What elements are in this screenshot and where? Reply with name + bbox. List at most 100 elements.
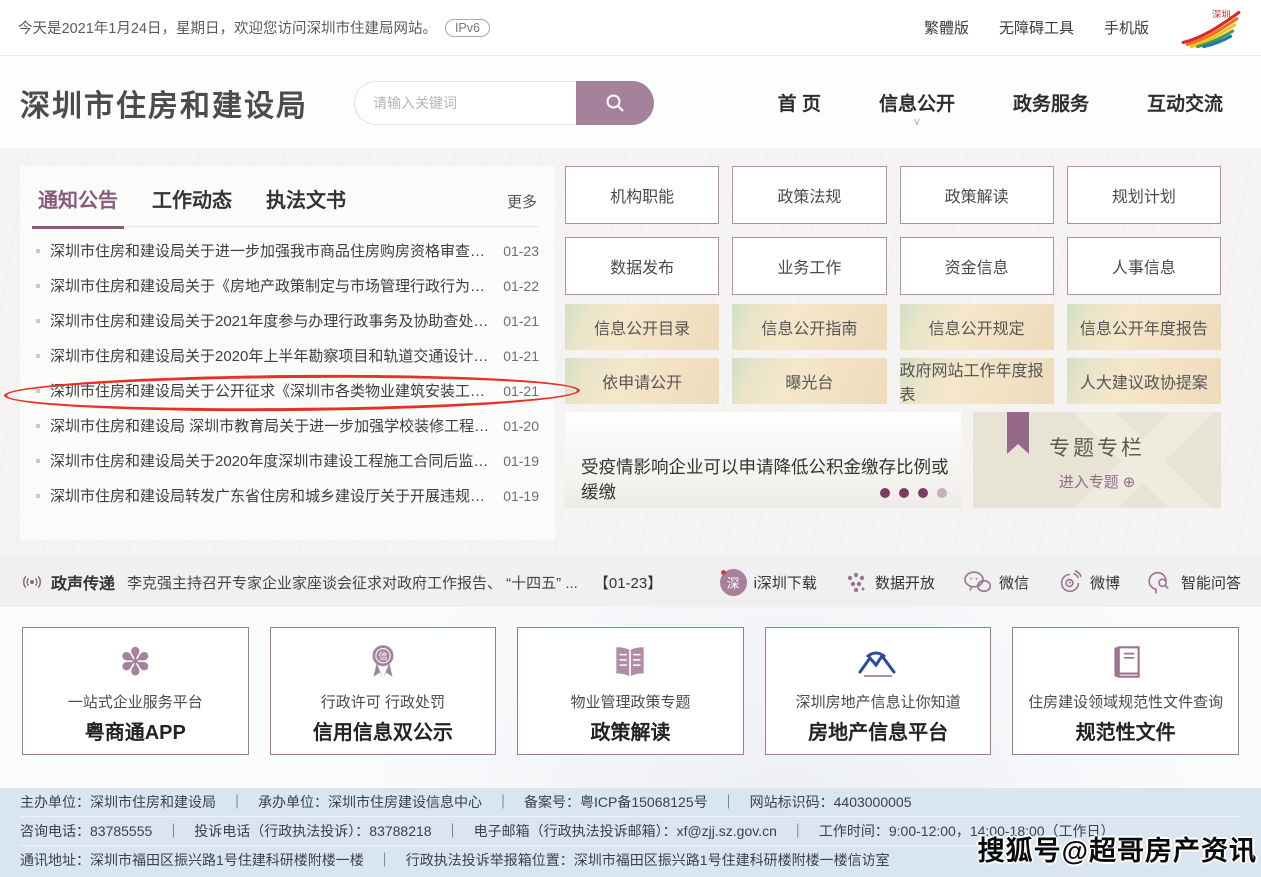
btn-annual-report[interactable]: 信息公开年度报告: [1067, 304, 1221, 350]
weibo-eye-icon: [1056, 569, 1083, 596]
search-icon: [603, 91, 627, 115]
btn-policies-regulations[interactable]: 政策法规: [732, 166, 886, 224]
card-normative-documents[interactable]: 住房建设领域规范性文件查询 规范性文件: [1012, 627, 1239, 755]
promo-carousel: 受疫情影响企业可以申请降低公积金缴存比例或缓缴: [565, 412, 961, 508]
btn-disclosure-on-request[interactable]: 依申请公开: [565, 358, 719, 404]
bullet-icon: [36, 354, 40, 358]
smart-qa-head-icon: [1147, 569, 1174, 596]
btn-disclosure-catalog[interactable]: 信息公开目录: [565, 304, 719, 350]
tab-notices[interactable]: 通知公告: [38, 184, 118, 213]
news-list: 深圳市住房和建设局关于进一步加强我市商品住房购房资格审查和... 01-23 深…: [36, 233, 539, 513]
bullet-icon: [36, 494, 40, 498]
service-cards-section: ✽ 一站式企业服务平台 粤商通APP 信 行政许可 行政处罚 信用信息双公示: [0, 607, 1261, 788]
btn-funds-info[interactable]: 资金信息: [900, 237, 1054, 295]
news-item[interactable]: 深圳市住房和建设局 深圳市教育局关于进一步加强学校装修工程质... 01-20: [36, 408, 539, 443]
btn-exposure-platform[interactable]: 曝光台: [732, 358, 886, 404]
btn-planning[interactable]: 规划计划: [1067, 166, 1221, 224]
link-accessibility-tools[interactable]: 无障碍工具: [999, 17, 1074, 38]
ticker-headline[interactable]: 李克强主持召开专家企业家座谈会征求对政府工作报告、 “十四五” ...: [127, 572, 578, 593]
special-topics-panel[interactable]: 专题专栏 进入专题⊕: [973, 412, 1221, 508]
nav-info-disclosure[interactable]: 信息公开 ∨: [879, 89, 955, 116]
news-item[interactable]: 深圳市住房和建设局关于2021年度参与办理行政事务及协助查处建... 01-21: [36, 303, 539, 338]
search-bar: [354, 81, 654, 125]
plus-circle-icon: ⊕: [1123, 474, 1136, 491]
card-credit-disclosure[interactable]: 信 行政许可 行政处罚 信用信息双公示: [270, 627, 497, 755]
search-input[interactable]: [354, 81, 576, 125]
shenzhen-city-logo: 深圳: [1179, 7, 1243, 49]
search-button[interactable]: [576, 81, 654, 125]
site-title: 深圳市住房和建设局: [20, 81, 308, 125]
bullet-icon: [36, 284, 40, 288]
welcome-date-text: 今天是2021年1月24日，星期日，欢迎您访问深圳市住建局网站。: [18, 17, 437, 38]
bullet-icon: [36, 424, 40, 428]
btn-org-functions[interactable]: 机构职能: [565, 166, 719, 224]
chevron-down-icon: ∨: [913, 115, 921, 128]
site-header: 深圳市住房和建设局 首 页 信息公开 ∨ 政务服务 互动交流: [0, 57, 1261, 148]
news-panel: 通知公告 工作动态 执法文书 更多 深圳市住房和建设局关于进一步加强我市商品住房…: [20, 166, 555, 540]
news-item[interactable]: 深圳市住房和建设局关于2020年度深圳市建设工程施工合同后监管... 01-19: [36, 443, 539, 478]
card-real-estate-platform[interactable]: 深圳房地产信息让你知道 房地产信息平台: [765, 627, 992, 755]
link-mobile-version[interactable]: 手机版: [1104, 17, 1149, 38]
card-policy-interpretation[interactable]: 物业管理政策专题 政策解读: [517, 627, 744, 755]
main-nav: 首 页 信息公开 ∨ 政务服务 互动交流: [778, 89, 1223, 116]
nav-home[interactable]: 首 页: [778, 89, 821, 116]
enter-topics-link[interactable]: 进入专题⊕: [973, 471, 1221, 492]
carousel-dot[interactable]: [899, 488, 909, 498]
news-item[interactable]: 深圳市住房和建设局关于《房地产政策制定与市场管理行政行为规... 01-22: [36, 268, 539, 303]
btn-business-work[interactable]: 业务工作: [732, 237, 886, 295]
tab-enforcement-documents[interactable]: 执法文书: [266, 184, 346, 213]
open-book-icon: [608, 641, 652, 683]
bullet-icon: [36, 319, 40, 323]
btn-npc-cppcc-proposals[interactable]: 人大建议政协提案: [1067, 358, 1221, 404]
news-ticker-bar: 政声传递 李克强主持召开专家企业家座谈会征求对政府工作报告、 “十四五” ...…: [0, 557, 1261, 607]
news-item[interactable]: 深圳市住房和建设局关于进一步加强我市商品住房购房资格审查和... 01-23: [36, 233, 539, 268]
btn-disclosure-rules[interactable]: 信息公开规定: [900, 304, 1054, 350]
ticker-label: 政声传递: [51, 570, 115, 594]
info-disclosure-grid: 机构职能 政策法规 政策解读 规划计划 数据发布 业务工作 资金信息 人事信息 …: [565, 166, 1221, 508]
news-item[interactable]: 深圳市住房和建设局关于2020年上半年勘察项目和轨道交通设计项... 01-21: [36, 338, 539, 373]
ipv6-badge[interactable]: IPv6: [445, 19, 490, 37]
ticker-date: 【01-23】: [594, 572, 662, 593]
city-logo-text: 深圳: [1212, 9, 1231, 19]
i-shenzhen-app-icon: 深: [720, 569, 747, 596]
data-dots-icon: [844, 570, 868, 594]
bullet-icon: [36, 389, 40, 393]
tab-work-updates[interactable]: 工作动态: [152, 184, 232, 213]
svg-text:信: 信: [378, 650, 387, 662]
more-link[interactable]: 更多: [507, 191, 537, 212]
page: 今天是2021年1月24日，星期日，欢迎您访问深圳市住建局网站。 IPv6 繁體…: [0, 0, 1261, 877]
carousel-dot[interactable]: [918, 488, 928, 498]
tool-smart-qa[interactable]: 智能问答: [1147, 569, 1241, 596]
carousel-dots: [880, 488, 947, 498]
closed-book-icon: [1105, 641, 1147, 683]
real-estate-logo-icon: [852, 647, 904, 683]
tool-wechat[interactable]: 微信: [962, 570, 1029, 595]
tool-ishenzhen-download[interactable]: 深 i深圳下载: [720, 569, 817, 596]
broadcast-icon: [20, 571, 44, 593]
btn-website-annual-report[interactable]: 政府网站工作年度报表: [900, 358, 1054, 404]
credit-medal-icon: 信: [362, 641, 404, 683]
tool-weibo[interactable]: 微博: [1056, 569, 1120, 596]
btn-data-release[interactable]: 数据发布: [565, 237, 719, 295]
flower-icon: ✽: [119, 643, 151, 683]
tool-data-open[interactable]: 数据开放: [844, 570, 935, 594]
watermark-text: 搜狐号@超哥房产资讯: [978, 829, 1257, 868]
card-yueshangtong-app[interactable]: ✽ 一站式企业服务平台 粤商通APP: [22, 627, 249, 755]
main-content: 通知公告 工作动态 执法文书 更多 深圳市住房和建设局关于进一步加强我市商品住房…: [0, 148, 1261, 557]
btn-personnel-info[interactable]: 人事信息: [1067, 237, 1221, 295]
btn-disclosure-guide[interactable]: 信息公开指南: [732, 304, 886, 350]
carousel-dot[interactable]: [937, 488, 947, 498]
wechat-bubbles-icon: [962, 570, 992, 595]
bullet-icon: [36, 249, 40, 253]
nav-interaction[interactable]: 互动交流: [1147, 89, 1223, 116]
bullet-icon: [36, 459, 40, 463]
quick-tools: 深 i深圳下载 数据开放 微信: [720, 569, 1241, 596]
btn-policy-interpretation[interactable]: 政策解读: [900, 166, 1054, 224]
news-item[interactable]: 深圳市住房和建设局转发广东省住房和城乡建设厅关于开展违规海... 01-19: [36, 478, 539, 513]
nav-government-services[interactable]: 政务服务: [1013, 89, 1089, 116]
footer-row-units: 主办单位：深圳市住房和建设局 ｜ 承办单位：深圳市住房建设信息中心 ｜ 备案号：…: [20, 788, 1241, 817]
link-traditional-chinese[interactable]: 繁體版: [924, 17, 969, 38]
news-item[interactable]: 深圳市住房和建设局关于公开征求《深圳市各类物业建筑安装工程... 01-21: [36, 373, 539, 408]
carousel-dot[interactable]: [880, 488, 890, 498]
top-utility-bar: 今天是2021年1月24日，星期日，欢迎您访问深圳市住建局网站。 IPv6 繁體…: [0, 0, 1261, 56]
